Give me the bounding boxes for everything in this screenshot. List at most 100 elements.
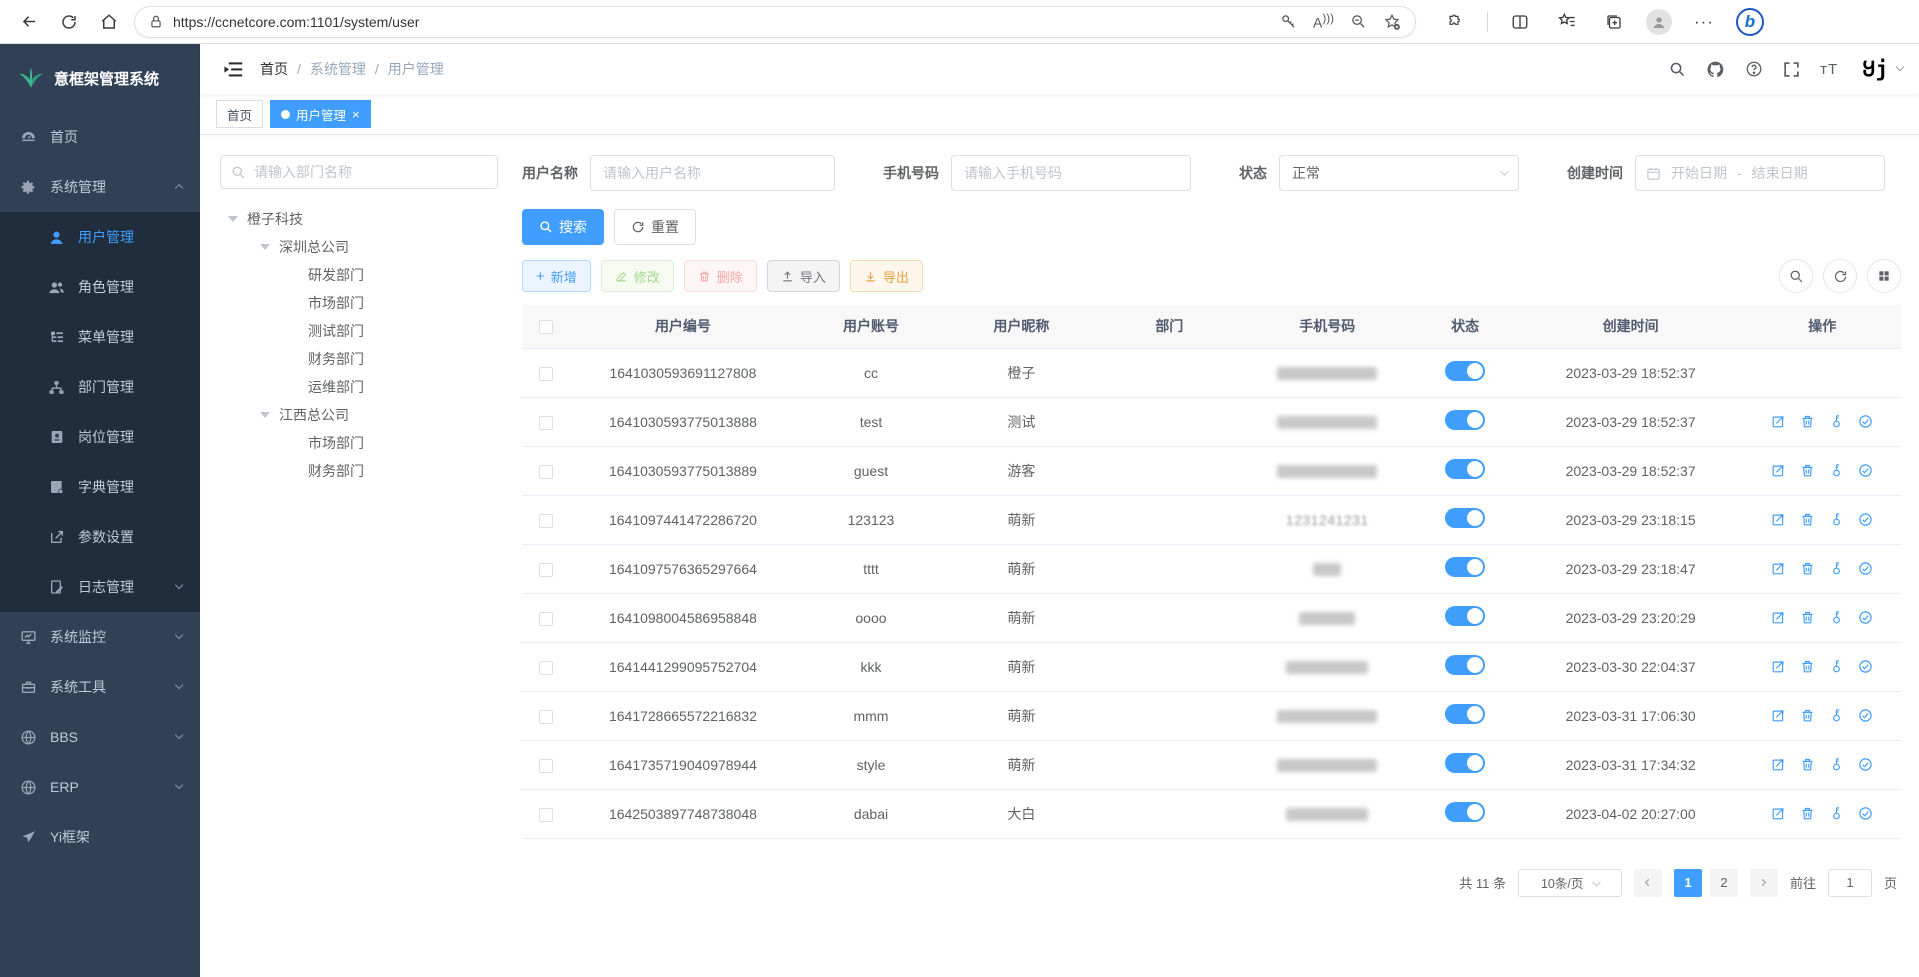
column-settings-button[interactable]	[1867, 259, 1901, 293]
read-aloud-icon[interactable]: A)))	[1313, 12, 1334, 31]
row-delete-icon[interactable]	[1800, 463, 1815, 478]
extensions-icon[interactable]	[1440, 7, 1470, 37]
sidebar-item-user-management[interactable]: 用户管理	[0, 212, 200, 262]
status-toggle[interactable]	[1445, 655, 1485, 675]
row-reset-password-icon[interactable]	[1829, 561, 1844, 576]
sidebar-item-menu-management[interactable]: 菜单管理	[0, 312, 200, 362]
select-all-checkbox[interactable]	[539, 320, 553, 334]
sidebar-item-erp[interactable]: ERP	[0, 762, 200, 812]
row-checkbox[interactable]	[539, 465, 553, 479]
tree-node-1[interactable]: 深圳总公司	[220, 233, 498, 261]
tree-node-0[interactable]: 橙子科技	[220, 205, 498, 233]
show-search-toggle-button[interactable]	[1779, 259, 1813, 293]
import-button[interactable]: 导入	[767, 260, 840, 292]
row-delete-icon[interactable]	[1800, 806, 1815, 821]
status-toggle[interactable]	[1445, 557, 1485, 577]
tree-node-2[interactable]: 研发部门	[220, 261, 498, 289]
username-input[interactable]	[590, 155, 835, 191]
status-toggle[interactable]	[1445, 459, 1485, 479]
sidebar-item-param-settings[interactable]: 参数设置	[0, 512, 200, 562]
row-reset-password-icon[interactable]	[1829, 512, 1844, 527]
row-assign-role-icon[interactable]	[1858, 512, 1873, 527]
row-assign-role-icon[interactable]	[1858, 610, 1873, 625]
status-toggle[interactable]	[1445, 508, 1485, 528]
add-button[interactable]: +新增	[522, 260, 591, 292]
export-button[interactable]: 导出	[850, 260, 923, 292]
sidebar-item-system-tools[interactable]: 系统工具	[0, 662, 200, 712]
tree-node-6[interactable]: 运维部门	[220, 373, 498, 401]
next-page-button[interactable]	[1750, 869, 1778, 897]
tree-node-8[interactable]: 市场部门	[220, 429, 498, 457]
page-button-1[interactable]: 1	[1674, 869, 1702, 897]
row-checkbox[interactable]	[539, 367, 553, 381]
delete-button[interactable]: 删除	[684, 260, 757, 292]
row-assign-role-icon[interactable]	[1858, 708, 1873, 723]
row-edit-icon[interactable]	[1771, 806, 1786, 821]
row-edit-icon[interactable]	[1771, 708, 1786, 723]
row-assign-role-icon[interactable]	[1858, 414, 1873, 429]
date-range-picker[interactable]: 开始日期 - 结束日期	[1635, 155, 1885, 191]
header-search-icon[interactable]	[1669, 61, 1686, 78]
tree-node-4[interactable]: 测试部门	[220, 317, 498, 345]
row-edit-icon[interactable]	[1771, 561, 1786, 576]
row-delete-icon[interactable]	[1800, 757, 1815, 772]
tag-user-management[interactable]: 用户管理 ×	[270, 100, 371, 128]
zoom-out-icon[interactable]	[1350, 13, 1367, 30]
collections-icon[interactable]	[1599, 7, 1629, 37]
dept-search-input[interactable]	[254, 164, 487, 180]
goto-page-input[interactable]	[1828, 869, 1872, 897]
row-checkbox[interactable]	[539, 808, 553, 822]
sidebar-item-system-management[interactable]: 系统管理	[0, 162, 200, 212]
row-checkbox[interactable]	[539, 661, 553, 675]
status-toggle[interactable]	[1445, 753, 1485, 773]
breadcrumb-home[interactable]: 首页	[260, 59, 288, 79]
row-edit-icon[interactable]	[1771, 757, 1786, 772]
font-size-icon[interactable]: ᴛT	[1820, 61, 1838, 78]
row-delete-icon[interactable]	[1800, 610, 1815, 625]
sidebar-item-yi-framework[interactable]: Yi框架	[0, 812, 200, 862]
row-reset-password-icon[interactable]	[1829, 806, 1844, 821]
refresh-table-button[interactable]	[1823, 259, 1857, 293]
sidebar-item-log-management[interactable]: 日志管理	[0, 562, 200, 612]
breadcrumb-system[interactable]: 系统管理	[310, 59, 366, 79]
row-edit-icon[interactable]	[1771, 512, 1786, 527]
row-checkbox[interactable]	[539, 416, 553, 430]
row-checkbox[interactable]	[539, 710, 553, 724]
row-assign-role-icon[interactable]	[1858, 806, 1873, 821]
row-assign-role-icon[interactable]	[1858, 659, 1873, 674]
status-select[interactable]: 正常	[1279, 155, 1519, 191]
reset-button[interactable]: 重置	[614, 209, 696, 245]
status-toggle[interactable]	[1445, 606, 1485, 626]
home-icon[interactable]	[94, 7, 124, 37]
tree-node-9[interactable]: 财务部门	[220, 457, 498, 485]
row-assign-role-icon[interactable]	[1858, 757, 1873, 772]
row-checkbox[interactable]	[539, 612, 553, 626]
fullscreen-icon[interactable]	[1783, 61, 1800, 78]
sidebar-item-post-management[interactable]: 岗位管理	[0, 412, 200, 462]
refresh-icon[interactable]	[54, 7, 84, 37]
split-screen-icon[interactable]	[1505, 7, 1535, 37]
row-delete-icon[interactable]	[1800, 512, 1815, 527]
row-edit-icon[interactable]	[1771, 463, 1786, 478]
tree-node-3[interactable]: 市场部门	[220, 289, 498, 317]
row-delete-icon[interactable]	[1800, 708, 1815, 723]
address-bar[interactable]: https://ccnetcore.com:1101/system/user A…	[134, 6, 1416, 38]
row-delete-icon[interactable]	[1800, 659, 1815, 674]
back-icon[interactable]	[14, 7, 44, 37]
status-toggle[interactable]	[1445, 704, 1485, 724]
tree-expand-icon[interactable]	[260, 412, 270, 418]
favorite-add-icon[interactable]	[1383, 13, 1401, 31]
row-reset-password-icon[interactable]	[1829, 757, 1844, 772]
row-reset-password-icon[interactable]	[1829, 463, 1844, 478]
github-icon[interactable]	[1706, 60, 1725, 79]
lock-icon[interactable]	[149, 14, 163, 29]
row-reset-password-icon[interactable]	[1829, 708, 1844, 723]
tree-expand-icon[interactable]	[260, 244, 270, 250]
row-assign-role-icon[interactable]	[1858, 463, 1873, 478]
row-checkbox[interactable]	[539, 759, 553, 773]
profile-avatar[interactable]	[1646, 9, 1672, 35]
tree-expand-icon[interactable]	[228, 216, 238, 222]
row-checkbox[interactable]	[539, 514, 553, 528]
phone-input[interactable]	[951, 155, 1191, 191]
help-icon[interactable]	[1745, 60, 1763, 78]
